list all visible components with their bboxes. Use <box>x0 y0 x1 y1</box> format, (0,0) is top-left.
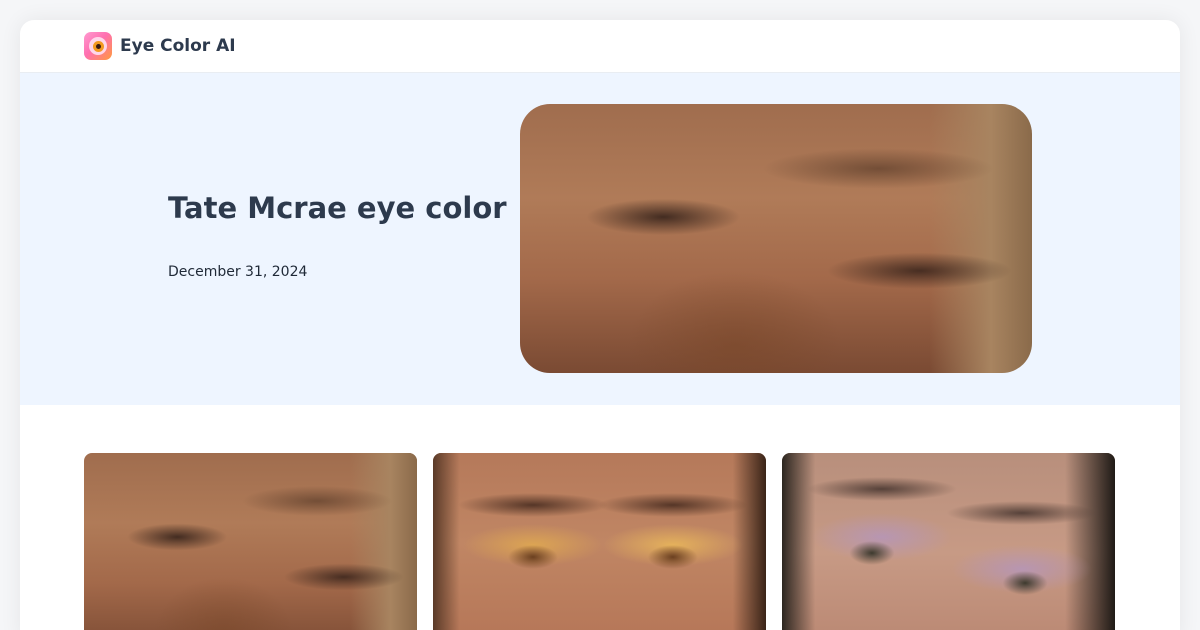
gallery-photo <box>782 453 1115 630</box>
gallery-image[interactable] <box>433 453 766 630</box>
image-gallery <box>84 453 1116 630</box>
hero-image <box>520 104 1032 373</box>
page-card: Eye Color AI Tate Mcrae eye color Decemb… <box>20 20 1180 630</box>
brand-name: Eye Color AI <box>120 36 236 56</box>
site-header: Eye Color AI <box>20 20 1180 73</box>
gallery-image[interactable] <box>782 453 1115 630</box>
page-title: Tate Mcrae eye color <box>168 191 507 225</box>
gallery-image[interactable] <box>84 453 417 630</box>
gallery-photo <box>433 453 766 630</box>
hero-section: Tate Mcrae eye color December 31, 2024 <box>20 73 1180 405</box>
brand-link[interactable]: Eye Color AI <box>84 32 236 60</box>
gallery-photo <box>84 453 417 630</box>
eye-logo-icon <box>84 32 112 60</box>
publish-date: December 31, 2024 <box>168 264 308 280</box>
